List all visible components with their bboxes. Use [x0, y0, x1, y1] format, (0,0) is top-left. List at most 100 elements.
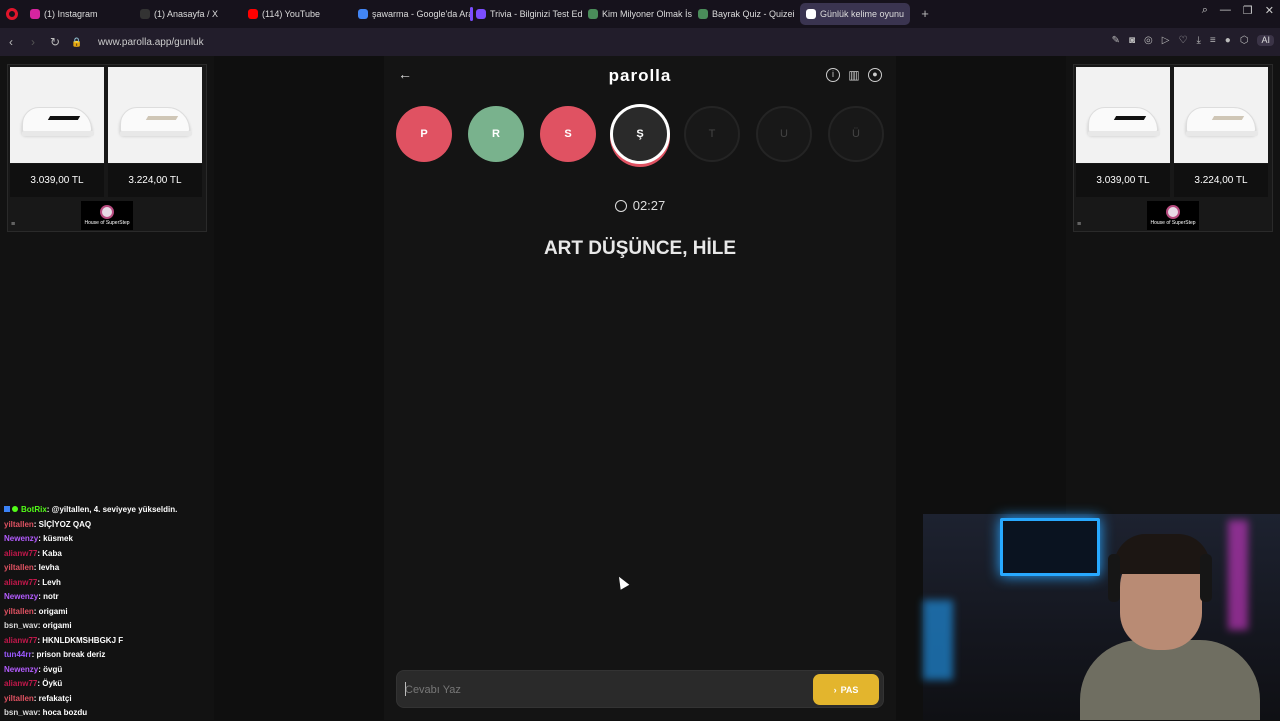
- chat-message: Newenzy: övgü: [0, 663, 214, 678]
- product-image[interactable]: [108, 67, 202, 163]
- new-tab-icon[interactable]: +: [918, 7, 932, 21]
- product-image[interactable]: [1174, 67, 1268, 163]
- letter-right: R: [468, 106, 524, 162]
- browser-tab[interactable]: Günlük kelime oyunu: [800, 3, 910, 25]
- youtube-icon: [248, 9, 258, 19]
- vpn-icon[interactable]: ◎: [1144, 35, 1153, 46]
- heart-icon[interactable]: ♡: [1178, 35, 1187, 46]
- text-caret: [405, 682, 406, 696]
- ad-card[interactable]: 3.039,00 TL 3.224,00 TL House of SuperSt…: [7, 64, 207, 232]
- url-field[interactable]: www.parolla.app/gunluk: [98, 37, 204, 48]
- game-panel: ← parolla i ▥ ● PRSŞTUÜ 02:27 ART DÜŞÜNC…: [384, 56, 896, 720]
- browser-tab[interactable]: Bayrak Quiz - Quizei: [692, 3, 800, 25]
- chat-username[interactable]: yiltallen: [4, 607, 34, 616]
- back-nav-icon[interactable]: ‹: [0, 35, 22, 49]
- app-logo[interactable]: parolla: [384, 66, 896, 86]
- play-icon[interactable]: ▷: [1162, 35, 1170, 46]
- brand-logo[interactable]: House of SuperStep: [81, 201, 133, 230]
- webcam-wall-panel: [1000, 518, 1100, 576]
- info-icon[interactable]: i: [826, 68, 840, 82]
- search-tabs-icon[interactable]: ⌕: [1202, 4, 1208, 17]
- product-card[interactable]: 3.224,00 TL: [1174, 67, 1268, 197]
- chat-username[interactable]: bsn_wav: [4, 621, 38, 630]
- answer-input[interactable]: [405, 680, 785, 700]
- browser-tab[interactable]: (1) Instagram: [24, 3, 134, 25]
- ad-menu-icon[interactable]: ≡: [1077, 221, 1081, 228]
- stats-icon[interactable]: ▥: [847, 68, 861, 82]
- chat-text: : Öykü: [37, 679, 63, 688]
- chat-username[interactable]: alianw77: [4, 679, 37, 688]
- ad-menu-icon[interactable]: ≡: [11, 221, 15, 228]
- chat-message: tun44rr: prison break deriz: [0, 648, 214, 663]
- headset-icon: [1200, 554, 1212, 602]
- product-card[interactable]: 3.224,00 TL: [108, 67, 202, 197]
- product-image[interactable]: [10, 67, 104, 163]
- chat-text: : Levh: [37, 577, 61, 587]
- profile-icon[interactable]: ●: [1225, 35, 1231, 46]
- product-price: 3.224,00 TL: [1174, 164, 1268, 197]
- letter-wrong: P: [396, 106, 452, 162]
- browser-tab[interactable]: şawarma - Google'da Ara: [352, 3, 470, 25]
- download-icon[interactable]: ⤓: [1196, 35, 1200, 46]
- chat-text: : notr: [38, 592, 59, 601]
- user-icon[interactable]: ●: [868, 68, 882, 82]
- browser-tab[interactable]: (114) YouTube: [242, 3, 352, 25]
- headset-icon: [1108, 554, 1120, 602]
- address-bar: ‹ › ↻ 🔒 www.parolla.app/gunluk ✎ ◙ ◎ ▷ ♡…: [0, 28, 1280, 56]
- timer: 02:27: [384, 198, 896, 213]
- chat-username[interactable]: Newenzy: [4, 665, 38, 674]
- chat-text: : @yiltallen, 4. seviyeye yükseldin.: [46, 505, 178, 514]
- chat-text: : hoca bozdu: [37, 708, 88, 717]
- edit-icon[interactable]: ✎: [1112, 35, 1120, 46]
- chat-username[interactable]: yiltallen: [4, 563, 34, 572]
- chat-message: alianw77: Kaba: [0, 547, 214, 562]
- answer-bar: › PAS: [396, 670, 884, 708]
- letter-pending: Ü: [828, 106, 884, 162]
- chat-message: Newenzy: notr: [0, 590, 214, 605]
- chat-username[interactable]: tun44rr: [4, 650, 32, 659]
- chat-username[interactable]: Newenzy: [4, 592, 38, 601]
- tab-label: Trivia - Bilginizi Test Edin: [490, 9, 582, 19]
- brand-mark-icon: [1166, 205, 1180, 219]
- chat-username[interactable]: Newenzy: [4, 534, 38, 543]
- chat-username[interactable]: alianw77: [4, 549, 37, 558]
- chat-username[interactable]: yiltallen: [4, 694, 34, 703]
- browser-tab[interactable]: Kim Milyoner Olmak İster: [582, 3, 692, 25]
- ad-card[interactable]: 3.039,00 TL 3.224,00 TL House of SuperSt…: [1073, 64, 1273, 232]
- restore-icon[interactable]: ❐: [1243, 4, 1253, 17]
- window-controls: ⌕ — ❐ ✕: [1202, 4, 1274, 17]
- chat-message: bsn_wav: hoca bozdu: [0, 706, 214, 721]
- extension-icon[interactable]: ⬡: [1240, 35, 1249, 46]
- reload-icon[interactable]: ↻: [44, 35, 66, 49]
- pass-label: PAS: [840, 684, 859, 695]
- webcam-person-body: [1080, 640, 1260, 720]
- lock-icon: 🔒: [71, 36, 83, 47]
- opera-logo-icon[interactable]: [6, 8, 18, 20]
- product-card[interactable]: 3.039,00 TL: [1076, 67, 1170, 197]
- menu-icon[interactable]: ≡: [1210, 35, 1216, 46]
- chat-message: BotRix: @yiltallen, 4. seviyeye yükseldi…: [0, 503, 214, 518]
- product-price: 3.039,00 TL: [10, 164, 104, 197]
- forward-nav-icon[interactable]: ›: [22, 35, 44, 49]
- chat-text: : refakatçi: [33, 693, 72, 703]
- close-window-icon[interactable]: ✕: [1265, 4, 1274, 17]
- camera-icon[interactable]: ◙: [1129, 35, 1135, 46]
- product-image[interactable]: [1076, 67, 1170, 163]
- browser-tab[interactable]: Trivia - Bilginizi Test Edin: [470, 3, 582, 25]
- product-card[interactable]: 3.039,00 TL: [10, 67, 104, 197]
- chat-username[interactable]: alianw77: [4, 636, 37, 645]
- chat-username[interactable]: alianw77: [4, 578, 37, 587]
- pass-button[interactable]: › PAS: [813, 674, 879, 705]
- chat-username[interactable]: bsn_wav: [4, 708, 38, 717]
- ai-button[interactable]: AI: [1257, 35, 1274, 46]
- x-icon: [140, 9, 150, 19]
- parolla-icon: [806, 9, 816, 19]
- chat-username[interactable]: BotRix: [21, 505, 47, 514]
- browser-tab[interactable]: (1) Anasayfa / X: [134, 3, 242, 25]
- chat-text: : levha: [33, 563, 60, 572]
- letter-current: Ş: [610, 104, 670, 164]
- verified-badge-icon: [12, 506, 18, 512]
- minimize-icon[interactable]: —: [1220, 4, 1231, 17]
- chat-username[interactable]: yiltallen: [4, 520, 34, 529]
- brand-logo[interactable]: House of SuperStep: [1147, 201, 1199, 230]
